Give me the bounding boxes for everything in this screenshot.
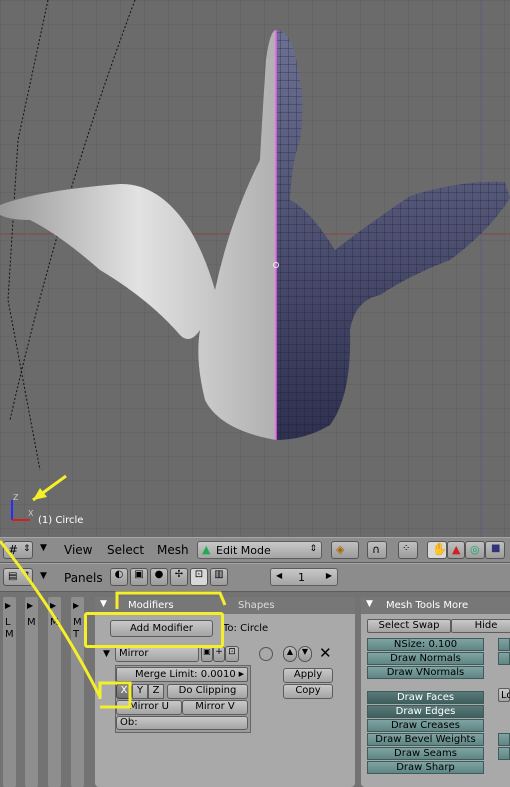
axis-x-label: X	[28, 509, 34, 518]
axis-z-label: Z	[13, 493, 19, 502]
object-name-label: (1) Circle	[38, 515, 84, 526]
annotation-overlay	[0, 540, 227, 709]
annotation-highlight-add-modifier	[84, 612, 224, 648]
viewport-scene	[0, 0, 510, 537]
3d-viewport[interactable]: Z X (1) Circle	[0, 0, 510, 537]
